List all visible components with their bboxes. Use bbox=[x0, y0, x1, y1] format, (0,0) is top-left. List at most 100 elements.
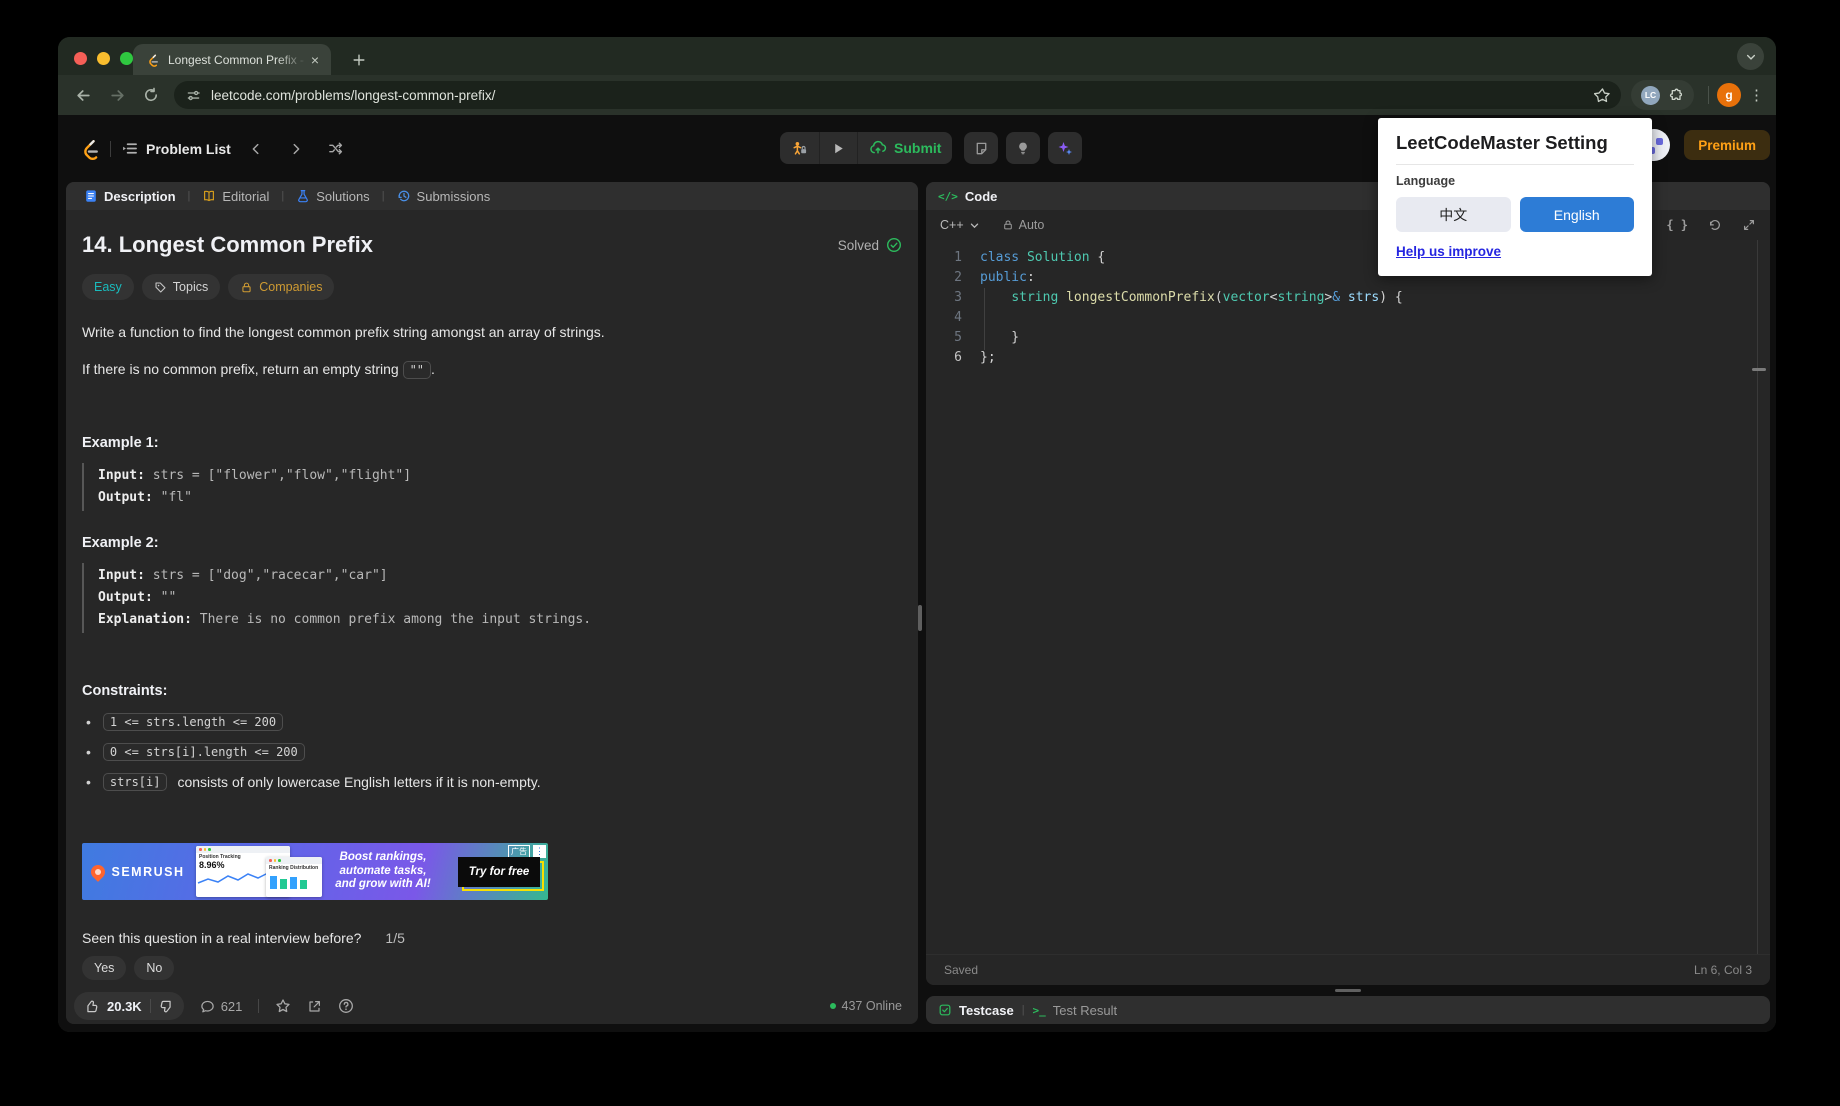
line-number: 5 bbox=[954, 330, 962, 345]
tab-editorial[interactable]: Editorial bbox=[196, 189, 275, 204]
console-resize-handle[interactable] bbox=[1335, 989, 1361, 992]
comment-icon bbox=[200, 999, 215, 1014]
nav-right-group: Premium bbox=[1638, 129, 1770, 161]
badge-row: Easy Topics Companies bbox=[82, 274, 902, 300]
ad-cta-wrap: Try for free bbox=[458, 856, 544, 891]
line-number: 1 bbox=[954, 250, 962, 265]
tab-test-result[interactable]: >_ Test Result bbox=[1033, 1003, 1118, 1018]
tab-submissions[interactable]: Submissions bbox=[391, 189, 497, 204]
notes-button[interactable] bbox=[964, 132, 999, 164]
reload-button[interactable] bbox=[134, 78, 168, 112]
reset-code-icon[interactable] bbox=[1708, 218, 1722, 232]
extensions-puzzle-icon[interactable] bbox=[1668, 87, 1684, 103]
browser-tab[interactable]: Longest Common Prefix - Lee × bbox=[133, 44, 331, 75]
hint-bulb-button[interactable] bbox=[1006, 132, 1041, 164]
statement-paragraph: If there is no common prefix, return an … bbox=[82, 359, 902, 381]
thumbs-up-icon[interactable] bbox=[84, 999, 99, 1014]
close-window-button[interactable] bbox=[74, 52, 87, 65]
browser-menu-icon[interactable]: ⋮ bbox=[1749, 86, 1764, 104]
language-selector[interactable]: C++ bbox=[940, 218, 980, 232]
console-panel: Testcase | >_ Test Result bbox=[926, 996, 1770, 1024]
new-tab-button[interactable] bbox=[346, 47, 372, 73]
tab-close-icon[interactable]: × bbox=[307, 51, 323, 69]
bookmark-star-icon[interactable] bbox=[1594, 87, 1611, 104]
footer-divider bbox=[258, 999, 260, 1013]
online-dot bbox=[829, 1003, 836, 1009]
debugger-button[interactable] bbox=[780, 132, 819, 164]
leetcodemaster-extension-icon[interactable]: LC bbox=[1641, 85, 1660, 105]
language-option-chinese[interactable]: 中文 bbox=[1396, 197, 1511, 232]
ad-cta-button[interactable]: Try for free bbox=[458, 856, 540, 887]
test-result-label: Test Result bbox=[1052, 1002, 1118, 1018]
description-icon bbox=[84, 189, 98, 203]
tab-testcase[interactable]: Testcase bbox=[938, 1003, 1014, 1018]
maximize-window-button[interactable] bbox=[120, 52, 133, 65]
help-us-improve-link[interactable]: Help us improve bbox=[1396, 244, 1501, 259]
url-text[interactable]: leetcode.com/problems/longest-common-pre… bbox=[211, 88, 1594, 103]
thumbs-down-icon[interactable] bbox=[159, 999, 174, 1014]
tab-description[interactable]: Description bbox=[78, 189, 182, 204]
lock-icon bbox=[240, 281, 253, 294]
code-text: }; bbox=[980, 350, 996, 365]
prev-question-button[interactable] bbox=[241, 134, 271, 164]
format-braces-icon[interactable]: { } bbox=[1666, 218, 1688, 232]
minimize-window-button[interactable] bbox=[97, 52, 110, 65]
testcase-label: Testcase bbox=[959, 1002, 1014, 1018]
editor-scrollbar-thumb[interactable] bbox=[1752, 368, 1766, 371]
code-line[interactable]: 5 } bbox=[926, 328, 1770, 348]
tab-solutions[interactable]: Solutions bbox=[290, 189, 375, 204]
code-line[interactable]: 3 string longestCommonPrefix(vector<stri… bbox=[926, 288, 1770, 308]
companies-badge[interactable]: Companies bbox=[228, 274, 335, 300]
ai-assistant-button[interactable] bbox=[1048, 132, 1083, 164]
constraint-item: 0 <= strs[i].length <= 200 bbox=[82, 743, 902, 761]
ad-banner[interactable]: SEMRUSH Position Tracking 8.96% Ranking … bbox=[82, 843, 548, 900]
fullscreen-icon[interactable] bbox=[1742, 218, 1756, 232]
constraint-item: 1 <= strs.length <= 200 bbox=[82, 713, 902, 731]
description-panel-tabs: Description | Editorial | Solutions | Su… bbox=[66, 182, 918, 210]
premium-button[interactable]: Premium bbox=[1684, 130, 1770, 160]
leetcode-logo[interactable] bbox=[78, 136, 100, 162]
no-button[interactable]: No bbox=[134, 956, 175, 980]
tab-title: Longest Common Prefix - Lee bbox=[168, 52, 307, 67]
topics-badge[interactable]: Topics bbox=[141, 274, 221, 300]
code-editor[interactable]: 1 class Solution {2 public: 3 string longes… bbox=[926, 240, 1770, 954]
submit-button[interactable]: Submit bbox=[857, 132, 952, 164]
solved-check-icon bbox=[886, 237, 902, 253]
site-settings-icon[interactable] bbox=[186, 88, 201, 103]
next-question-button[interactable] bbox=[281, 134, 311, 164]
example-1-label: Example 1: bbox=[82, 435, 159, 451]
yes-button[interactable]: Yes bbox=[82, 956, 127, 980]
interview-question-row: Seen this question in a real interview b… bbox=[82, 930, 902, 946]
extensions-area: LC bbox=[1631, 80, 1694, 110]
cursor-position: Ln 6, Col 3 bbox=[1693, 963, 1752, 977]
auto-mode-toggle[interactable]: Auto bbox=[1002, 218, 1044, 232]
comments-button[interactable]: 621 bbox=[200, 999, 242, 1014]
back-button[interactable] bbox=[66, 78, 100, 112]
language-option-english[interactable]: English bbox=[1519, 197, 1634, 232]
share-button[interactable] bbox=[307, 999, 322, 1014]
online-label: 437 Online bbox=[841, 999, 902, 1013]
line-number: 2 bbox=[954, 270, 962, 285]
editor-status-bar: Saved Ln 6, Col 3 bbox=[926, 954, 1770, 985]
leetcode-page: Problem List Submit Premium Description … bbox=[58, 115, 1776, 1032]
feedback-button[interactable] bbox=[338, 998, 354, 1014]
browser-window: Longest Common Prefix - Lee × bbox=[58, 37, 1776, 1032]
line-number: 6 bbox=[954, 350, 962, 365]
constraints-label: Constraints: bbox=[82, 683, 168, 699]
panel-split-handle[interactable] bbox=[918, 605, 922, 631]
address-bar[interactable]: leetcode.com/problems/longest-common-pre… bbox=[174, 81, 1621, 109]
profile-avatar[interactable]: g bbox=[1717, 83, 1741, 107]
tab-separator: | bbox=[281, 190, 285, 202]
run-button[interactable] bbox=[819, 132, 857, 164]
forward-button[interactable] bbox=[100, 78, 134, 112]
code-line[interactable]: 4 bbox=[926, 308, 1770, 328]
problem-list-button[interactable]: Problem List bbox=[121, 140, 231, 157]
code-line[interactable]: 6}; bbox=[926, 348, 1770, 368]
random-question-button[interactable] bbox=[321, 134, 351, 164]
popup-divider bbox=[1396, 164, 1634, 165]
browser-tab-strip: Longest Common Prefix - Lee × bbox=[58, 37, 1776, 75]
tab-search-button[interactable] bbox=[1737, 43, 1764, 70]
difficulty-badge[interactable]: Easy bbox=[82, 274, 134, 300]
favorite-button[interactable] bbox=[275, 998, 291, 1014]
semrush-logo-icon bbox=[88, 861, 109, 882]
